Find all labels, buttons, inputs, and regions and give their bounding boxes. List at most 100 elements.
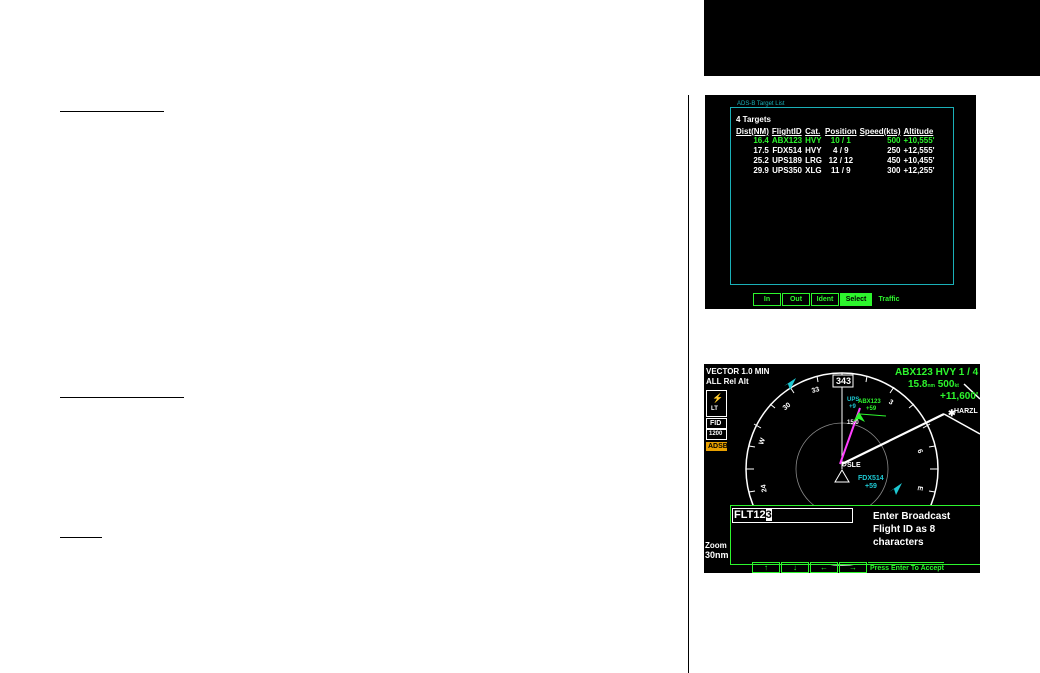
table-row[interactable]: 25.2 UPS189 LRG 12 / 12 450 +10,455' (736, 156, 938, 166)
traffic-target-icon (889, 483, 902, 495)
softkey-ident[interactable]: Ident (811, 293, 839, 306)
svg-text:E: E (916, 485, 924, 491)
heading-value: 343 (836, 376, 852, 386)
header-speed: Speed(kts) (859, 127, 901, 136)
traffic-label-abx: ABX123 (858, 399, 881, 405)
flightid-cell: UPS350 (772, 166, 802, 175)
target-speed: 500 (937, 379, 955, 390)
speed-cell: 450 (887, 156, 901, 165)
svg-text:33: 33 (811, 386, 820, 395)
traffic-alt-fdx: +59 (865, 483, 877, 490)
traffic-label-fdx: FDX514 (858, 475, 884, 482)
altitude-cell: +12,255' (903, 166, 935, 175)
header-position: Position (825, 127, 857, 136)
header-flightid: FlightID (771, 127, 802, 136)
position-cell: 10 / 1 (830, 136, 851, 145)
range-ring-label: 15.0 (847, 420, 859, 426)
flightid-cell: FDX514 (772, 146, 802, 155)
lightning-label: LT (711, 406, 718, 412)
softkey-out[interactable]: Out (782, 293, 810, 306)
dist-cell: 16.4 (753, 136, 769, 145)
flight-id-cursor: 3 (765, 509, 772, 521)
flight-id-value: FLT12 (734, 509, 766, 521)
altitude-cell: +10,455' (903, 156, 935, 165)
zoom-label: Zoom (705, 541, 727, 550)
station-label: SLE (847, 462, 861, 469)
header-block (704, 0, 1040, 76)
target-table: Dist(NM) FlightID Cat. Position Speed(kt… (736, 127, 938, 176)
section-heading-3 (60, 537, 102, 538)
compass-labels: 33 30 W 24 3 6 E (758, 386, 923, 493)
lightning-icon: ⚡ (712, 393, 724, 403)
squawk-button[interactable]: 1200 (706, 429, 727, 440)
selected-target-line-3: +11,600' (940, 391, 979, 402)
cat-cell: XLG (805, 166, 822, 175)
zoom-value: 30nm (705, 550, 729, 560)
svg-text:6: 6 (915, 448, 923, 454)
svg-text:30: 30 (782, 402, 793, 412)
softkey-in[interactable]: In (753, 293, 781, 306)
svg-text:3: 3 (887, 399, 894, 407)
position-cell: 4 / 9 (833, 146, 849, 155)
fid-button[interactable]: FID (706, 418, 727, 429)
header-dist: Dist(NM) (736, 127, 769, 136)
svg-text:24: 24 (760, 484, 768, 493)
target-list-title: ADS-B Target List (735, 101, 787, 107)
position-cell: 12 / 12 (828, 156, 854, 165)
press-enter-hint: Press Enter To Accept (868, 562, 944, 573)
arrow-down-button[interactable]: ↓ (781, 562, 809, 573)
target-count: 4 Targets (736, 115, 771, 124)
section-heading-2 (60, 397, 184, 398)
bottom-softkey-bar: ↑ ↓ ← → Press Enter To Accept (752, 562, 980, 573)
table-row[interactable]: 17.5 FDX514 HVY 4 / 9 250 +12,555' (736, 146, 938, 156)
altitude-cell: +10,555' (903, 136, 935, 145)
cat-cell: HVY (805, 136, 822, 145)
softkey-traffic[interactable]: Traffic (873, 293, 905, 306)
dist-cell: 29.9 (753, 166, 769, 175)
dist-cell: 25.2 (753, 156, 769, 165)
svg-text:W: W (758, 437, 767, 446)
speed-cell: 500 (887, 136, 901, 145)
entry-prompt: Enter Broadcast Flight ID as 8 character… (873, 511, 951, 548)
adsb-label: ADSB (708, 443, 728, 450)
column-divider (688, 95, 689, 673)
cat-cell: HVY (805, 146, 822, 155)
flightid-cell: UPS189 (772, 156, 802, 165)
speed-cell: 300 (887, 166, 901, 175)
speed-cell: 250 (887, 146, 901, 155)
target-speed-unit: kt (954, 383, 959, 389)
target-distance-unit: nm (927, 383, 935, 389)
mode-line-2: ALL Rel Alt (706, 377, 749, 386)
adsb-indicator: ADSB (706, 442, 728, 451)
selected-target-line-1: ABX123 HVY 1 / 4 (895, 367, 979, 378)
altitude-cell: +12,555' (903, 146, 935, 155)
arrow-up-button[interactable]: ↑ (752, 562, 780, 573)
selected-target-line-2: 15.8nm 500kt (908, 380, 959, 390)
table-row[interactable]: 29.9 UPS350 XLG 11 / 9 300 +12,255' (736, 166, 938, 176)
ownship-icon (834, 469, 850, 483)
arrow-left-button[interactable]: ← (810, 562, 838, 573)
squawk-label: 1200 (709, 431, 723, 437)
position-cell: 11 / 9 (831, 166, 851, 175)
dist-cell: 17.5 (753, 146, 769, 155)
softkey-select[interactable]: Select (840, 293, 872, 306)
header-cat: Cat. (805, 127, 821, 136)
traffic-alt-ups: +9 (849, 404, 856, 410)
fid-label: FID (710, 420, 722, 427)
table-row[interactable]: 16.4 ABX123 HVY 10 / 1 500 +10,555' (736, 136, 938, 146)
traffic-alt-abx: +59 (866, 406, 877, 412)
lightning-button[interactable]: ⚡ LT (706, 390, 727, 417)
cat-cell: LRG (805, 156, 823, 165)
flightid-cell: ABX123 (771, 136, 803, 145)
waypoint-label: HARZL (954, 408, 978, 415)
softkey-bar: In Out Ident Select Traffic (753, 293, 906, 306)
section-heading-1 (60, 111, 164, 112)
traffic-target-icon (784, 378, 796, 390)
target-vector-green (859, 413, 887, 417)
arrow-right-button[interactable]: → (839, 562, 867, 573)
traffic-screen: 33 30 W 24 3 6 E ✱ VECTOR 1.0 MIN ALL Re… (704, 364, 980, 573)
target-list-screen: ADS-B Target List 4 Targets Dist(NM) Fli… (705, 95, 976, 309)
target-distance: 15.8 (908, 379, 928, 390)
mode-line-1: VECTOR 1.0 MIN (706, 367, 770, 376)
flight-id-input[interactable]: FLT123 (732, 508, 853, 523)
